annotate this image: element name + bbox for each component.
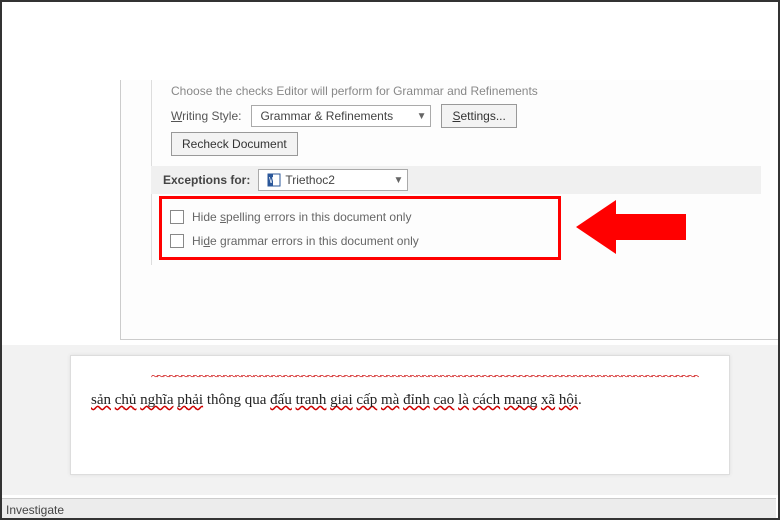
status-bar: Investigate [0,498,776,520]
writing-style-dropdown[interactable]: Grammar & Refinements ▼ [251,105,431,127]
exceptions-for-label: Exceptions for: [163,173,250,187]
hide-spelling-errors-checkbox[interactable] [170,210,184,224]
hide-spelling-errors-row[interactable]: Hide spelling errors in this document on… [170,205,550,229]
status-investigate-label[interactable]: Investigate [6,503,64,517]
hide-grammar-errors-checkbox[interactable] [170,234,184,248]
exceptions-for-section: Exceptions for: W Triethoc2 ▼ [151,166,761,194]
settings-button-label: Settings... [452,109,505,123]
document-page: ~~~~~~~~~~~~~~~~~~~~~~~~~~~~~~~~~~~~~~~~… [70,355,730,475]
annotation-arrow-icon [576,192,686,262]
hide-grammar-errors-row[interactable]: Hide grammar errors in this document onl… [170,229,550,253]
settings-button[interactable]: Settings... [441,104,516,128]
writing-style-value: Grammar & Refinements [260,109,393,123]
recheck-document-label: Recheck Document [182,137,287,151]
annotation-highlight-box: Hide spelling errors in this document on… [159,196,561,260]
options-dialog-panel: Choose the checks Editor will perform fo… [120,80,780,340]
exceptions-for-dropdown[interactable]: W Triethoc2 ▼ [258,169,408,191]
chevron-down-icon: ▼ [393,175,403,186]
exceptions-for-value: Triethoc2 [285,173,335,187]
recheck-document-button[interactable]: Recheck Document [171,132,298,156]
writing-style-label: Writing Style: [171,109,241,123]
word-document-icon: W [267,173,281,187]
hide-grammar-errors-label: Hide grammar errors in this document onl… [192,234,419,248]
section-description: Choose the checks Editor will perform fo… [171,84,538,98]
chevron-down-icon: ▼ [417,111,427,122]
proofing-wavy-underline: ~~~~~~~~~~~~~~~~~~~~~~~~~~~~~~~~~~~~~~~~… [151,368,699,382]
hide-spelling-errors-label: Hide spelling errors in this document on… [192,210,411,224]
writing-style-row: Writing Style: Grammar & Refinements ▼ S… [171,104,517,128]
svg-text:W: W [269,176,277,185]
document-text-line: sản chủ nghĩa phải thông qua đấu tranh g… [91,388,709,412]
